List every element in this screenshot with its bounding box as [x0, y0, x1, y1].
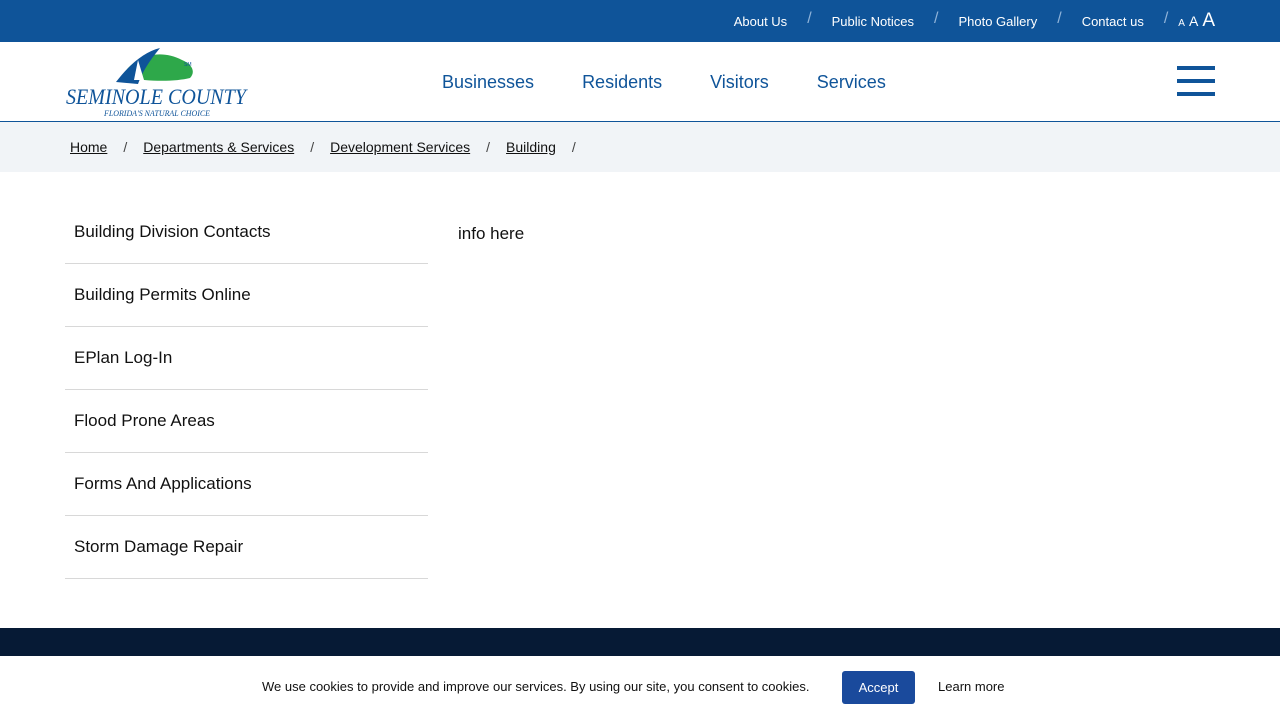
breadcrumb-separator: / — [123, 139, 128, 155]
contact-us-link[interactable]: Contact us — [1082, 14, 1144, 29]
nav-visitors[interactable]: Visitors — [710, 72, 769, 93]
nav-businesses[interactable]: Businesses — [442, 72, 534, 93]
font-size-large-button[interactable]: A — [1202, 10, 1215, 32]
logo-tagline: FLORIDA'S NATURAL CHOICE — [103, 109, 210, 118]
utility-links: About Us / Public Notices / Photo Galler… — [734, 0, 1215, 42]
site-header: SM SEMINOLE COUNTY FLORIDA'S NATURAL CHO… — [0, 42, 1280, 122]
photo-gallery-link[interactable]: Photo Gallery — [958, 14, 1037, 29]
utility-separator: / — [1057, 10, 1062, 27]
side-nav-storm-damage-repair[interactable]: Storm Damage Repair — [65, 516, 428, 579]
breadcrumb-separator: / — [571, 139, 576, 155]
learn-more-link[interactable]: Learn more — [938, 679, 1004, 694]
breadcrumb-departments-services[interactable]: Departments & Services — [143, 139, 294, 155]
breadcrumb-development-services[interactable]: Development Services — [330, 139, 470, 155]
side-nav-eplan-log-in[interactable]: EPlan Log-In — [65, 327, 428, 390]
side-nav-building-division-contacts[interactable]: Building Division Contacts — [65, 201, 428, 264]
utility-separator: / — [934, 10, 939, 27]
breadcrumb: Home / Departments & Services / Developm… — [0, 122, 1280, 172]
breadcrumb-separator: / — [486, 139, 491, 155]
nav-services[interactable]: Services — [817, 72, 886, 93]
seminole-county-logo[interactable]: SM SEMINOLE COUNTY FLORIDA'S NATURAL CHO… — [64, 46, 249, 118]
hamburger-menu-icon[interactable] — [1177, 66, 1215, 96]
side-navigation: Building Division Contacts Building Perm… — [65, 201, 428, 579]
nav-residents[interactable]: Residents — [582, 72, 662, 93]
logo-mark: SM — [184, 62, 192, 68]
breadcrumb-home[interactable]: Home — [70, 139, 107, 155]
utility-separator: / — [1163, 10, 1169, 27]
breadcrumb-building[interactable]: Building — [506, 139, 556, 155]
page-content: info here — [458, 224, 525, 243]
side-nav-flood-prone-areas[interactable]: Flood Prone Areas — [65, 390, 428, 453]
logo-name: SEMINOLE COUNTY — [66, 84, 248, 109]
about-us-link[interactable]: About Us — [734, 14, 787, 29]
breadcrumb-separator: / — [310, 139, 315, 155]
side-nav-building-permits-online[interactable]: Building Permits Online — [65, 264, 428, 327]
utility-bar: About Us / Public Notices / Photo Galler… — [0, 0, 1280, 42]
side-nav-forms-and-applications[interactable]: Forms And Applications — [65, 453, 428, 516]
seminole-county-logo-graphic: SM SEMINOLE COUNTY FLORIDA'S NATURAL CHO… — [66, 48, 249, 118]
accept-cookies-button[interactable]: Accept — [842, 671, 915, 704]
cookie-message: We use cookies to provide and improve ou… — [262, 679, 810, 694]
font-size-small-button[interactable]: A — [1178, 18, 1185, 29]
font-size-medium-button[interactable]: A — [1189, 13, 1198, 29]
utility-separator: / — [807, 10, 812, 27]
public-notices-link[interactable]: Public Notices — [832, 14, 914, 29]
cookie-banner: We use cookies to provide and improve ou… — [0, 656, 1280, 720]
main-navigation: Businesses Residents Visitors Services — [442, 42, 886, 122]
font-size-controls: A A A — [1178, 10, 1215, 32]
